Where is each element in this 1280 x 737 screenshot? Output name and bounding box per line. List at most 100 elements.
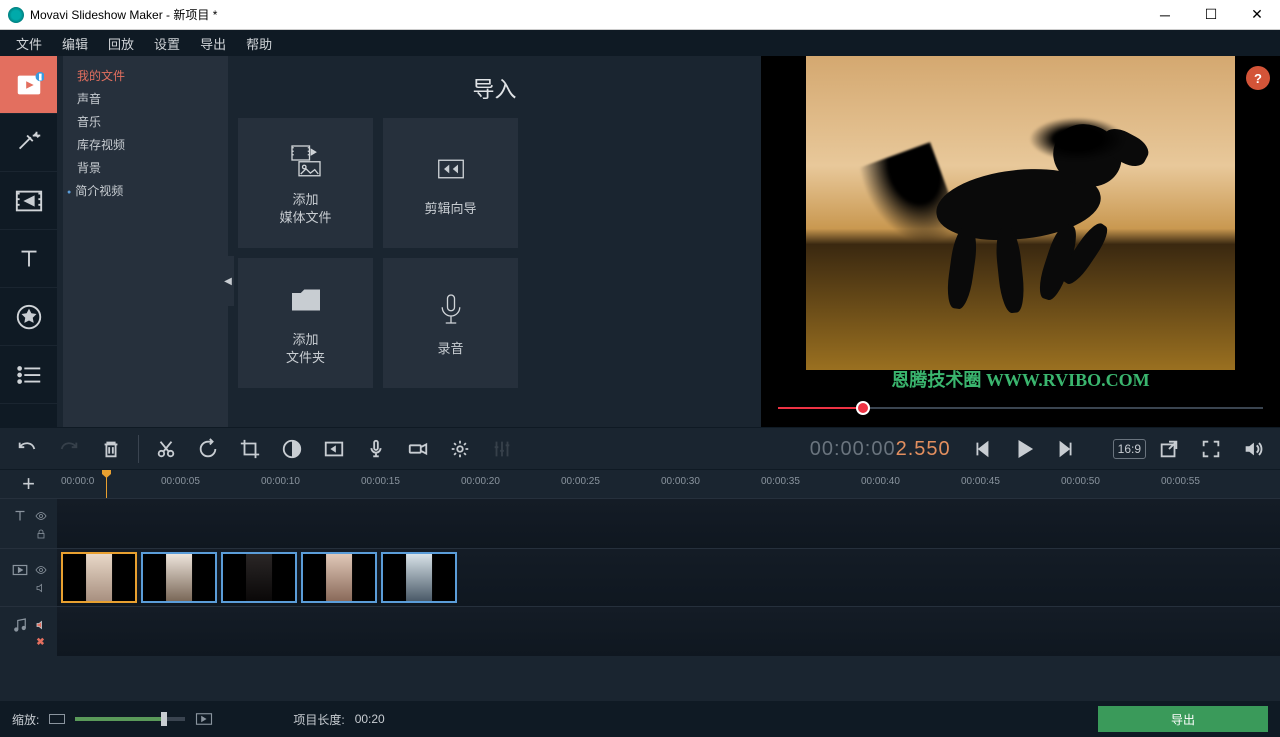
zoom-out-button[interactable] xyxy=(49,714,65,724)
add-track-button[interactable]: + xyxy=(0,470,57,498)
status-bar: 缩放: 项目长度: 00:20 导出 xyxy=(0,701,1280,737)
ruler-tick: 00:00:55 xyxy=(1161,476,1200,487)
fit-timeline-button[interactable] xyxy=(195,712,213,726)
preview-image xyxy=(806,56,1235,370)
wizard-icon xyxy=(430,148,472,190)
duration-value: 00:20 xyxy=(355,712,385,726)
timeline-clip[interactable] xyxy=(381,552,457,603)
window-titlebar: Movavi Slideshow Maker - 新项目 * ─ ☐ ✕ xyxy=(0,0,1280,30)
clip-properties-button[interactable] xyxy=(441,430,479,468)
folder-icon xyxy=(285,279,327,321)
fullscreen-button[interactable] xyxy=(1192,430,1230,468)
card-label: 添加 文件夹 xyxy=(286,331,325,367)
source-backgrounds[interactable]: 背景 xyxy=(63,156,228,179)
next-frame-button[interactable] xyxy=(1047,430,1085,468)
side-toolbar: ! xyxy=(0,56,57,427)
ruler-tick: 00:00:15 xyxy=(361,476,400,487)
menu-edit[interactable]: 编辑 xyxy=(52,31,98,56)
menu-bar: 文件 编辑 回放 设置 导出 帮助 xyxy=(0,30,1280,56)
ruler-tick: 00:00:45 xyxy=(961,476,1000,487)
color-adjust-button[interactable] xyxy=(273,430,311,468)
source-list: 我的文件 声音 音乐 库存视频 背景 简介视频 ◀ xyxy=(63,56,228,427)
card-wizard[interactable]: 剪辑向导 xyxy=(383,118,518,248)
record-audio-button[interactable] xyxy=(357,430,395,468)
timecode-display: 00:00:002.550 xyxy=(810,436,951,461)
menu-settings[interactable]: 设置 xyxy=(144,31,190,56)
source-intro-video[interactable]: 简介视频 xyxy=(63,179,228,202)
ruler-tick: 00:00:25 xyxy=(561,476,600,487)
prev-frame-button[interactable] xyxy=(963,430,1001,468)
source-stock-video[interactable]: 库存视频 xyxy=(63,133,228,156)
ruler-tick: 00:00:10 xyxy=(261,476,300,487)
window-title: Movavi Slideshow Maker - 新项目 * xyxy=(30,6,1142,23)
lock-icon[interactable] xyxy=(35,528,47,540)
panel-title: 导入 xyxy=(238,56,751,118)
maximize-button[interactable]: ☐ xyxy=(1188,0,1234,30)
export-button[interactable]: 导出 xyxy=(1098,706,1268,732)
menu-help[interactable]: 帮助 xyxy=(236,31,282,56)
equalizer-button[interactable] xyxy=(483,430,521,468)
app-logo-icon xyxy=(8,7,24,23)
delete-button[interactable] xyxy=(92,430,130,468)
title-track xyxy=(0,498,1280,548)
popout-button[interactable] xyxy=(1150,430,1188,468)
audio-track: ✖ xyxy=(0,606,1280,656)
cut-button[interactable] xyxy=(147,430,185,468)
visibility-icon[interactable] xyxy=(35,564,47,576)
undo-button[interactable] xyxy=(8,430,46,468)
source-music[interactable]: 音乐 xyxy=(63,110,228,133)
watermark-text: 恩腾技术圈 WWW.RVIBO.COM xyxy=(761,366,1280,392)
sidetool-titles[interactable] xyxy=(0,230,57,288)
mute-icon[interactable] xyxy=(35,619,47,631)
sidetool-transitions[interactable] xyxy=(0,172,57,230)
timeline-clip[interactable] xyxy=(301,552,377,603)
timeline: + 00:00:0 00:00:05 00:00:10 00:00:15 00:… xyxy=(0,469,1280,706)
redo-button[interactable] xyxy=(50,430,88,468)
play-button[interactable] xyxy=(1005,430,1043,468)
ruler-tick: 00:00:40 xyxy=(861,476,900,487)
card-add-media[interactable]: 添加 媒体文件 xyxy=(238,118,373,248)
collapse-source-pane[interactable]: ◀ xyxy=(222,256,234,306)
card-record[interactable]: 录音 xyxy=(383,258,518,388)
timeline-clip[interactable] xyxy=(141,552,217,603)
menu-playback[interactable]: 回放 xyxy=(98,31,144,56)
visibility-icon[interactable] xyxy=(35,510,47,522)
timeline-clip[interactable] xyxy=(61,552,137,603)
preview-pane: ? 恩腾技术圈 WWW.RVIBO.COM xyxy=(761,56,1280,427)
card-add-folder[interactable]: 添加 文件夹 xyxy=(238,258,373,388)
source-my-files[interactable]: 我的文件 xyxy=(63,64,228,87)
audio-icon[interactable] xyxy=(35,582,47,594)
microphone-icon xyxy=(430,288,472,330)
ruler-tick: 00:00:50 xyxy=(1061,476,1100,487)
preview-progress[interactable] xyxy=(778,404,1263,412)
record-video-button[interactable] xyxy=(399,430,437,468)
timeline-ruler[interactable]: 00:00:0 00:00:05 00:00:10 00:00:15 00:00… xyxy=(57,470,1280,498)
mute-indicator[interactable]: ✖ xyxy=(36,637,44,648)
ruler-tick: 00:00:20 xyxy=(461,476,500,487)
sidetool-more[interactable] xyxy=(0,346,57,404)
crop-button[interactable] xyxy=(231,430,269,468)
help-button[interactable]: ? xyxy=(1246,66,1270,90)
menu-export[interactable]: 导出 xyxy=(190,31,236,56)
source-sounds[interactable]: 声音 xyxy=(63,87,228,110)
card-label: 录音 xyxy=(437,340,463,358)
close-button[interactable]: ✕ xyxy=(1234,0,1280,30)
card-label: 添加 媒体文件 xyxy=(279,191,331,227)
sidetool-filters[interactable] xyxy=(0,114,57,172)
ruler-tick: 00:00:35 xyxy=(761,476,800,487)
aspect-ratio-button[interactable]: 16:9 xyxy=(1113,439,1146,459)
ruler-tick: 00:00:0 xyxy=(61,476,94,487)
sidetool-stickers[interactable] xyxy=(0,288,57,346)
volume-button[interactable] xyxy=(1234,430,1272,468)
editor-toolbar: 00:00:002.550 16:9 xyxy=(0,427,1280,469)
playhead[interactable] xyxy=(106,470,107,498)
timeline-clip[interactable] xyxy=(221,552,297,603)
minimize-button[interactable]: ─ xyxy=(1142,0,1188,30)
transition-wizard-button[interactable] xyxy=(315,430,353,468)
sidetool-import[interactable]: ! xyxy=(0,56,57,114)
duration-label: 项目长度: xyxy=(293,711,344,728)
card-label: 剪辑向导 xyxy=(424,200,476,218)
rotate-button[interactable] xyxy=(189,430,227,468)
zoom-slider[interactable] xyxy=(75,717,185,721)
menu-file[interactable]: 文件 xyxy=(6,31,52,56)
